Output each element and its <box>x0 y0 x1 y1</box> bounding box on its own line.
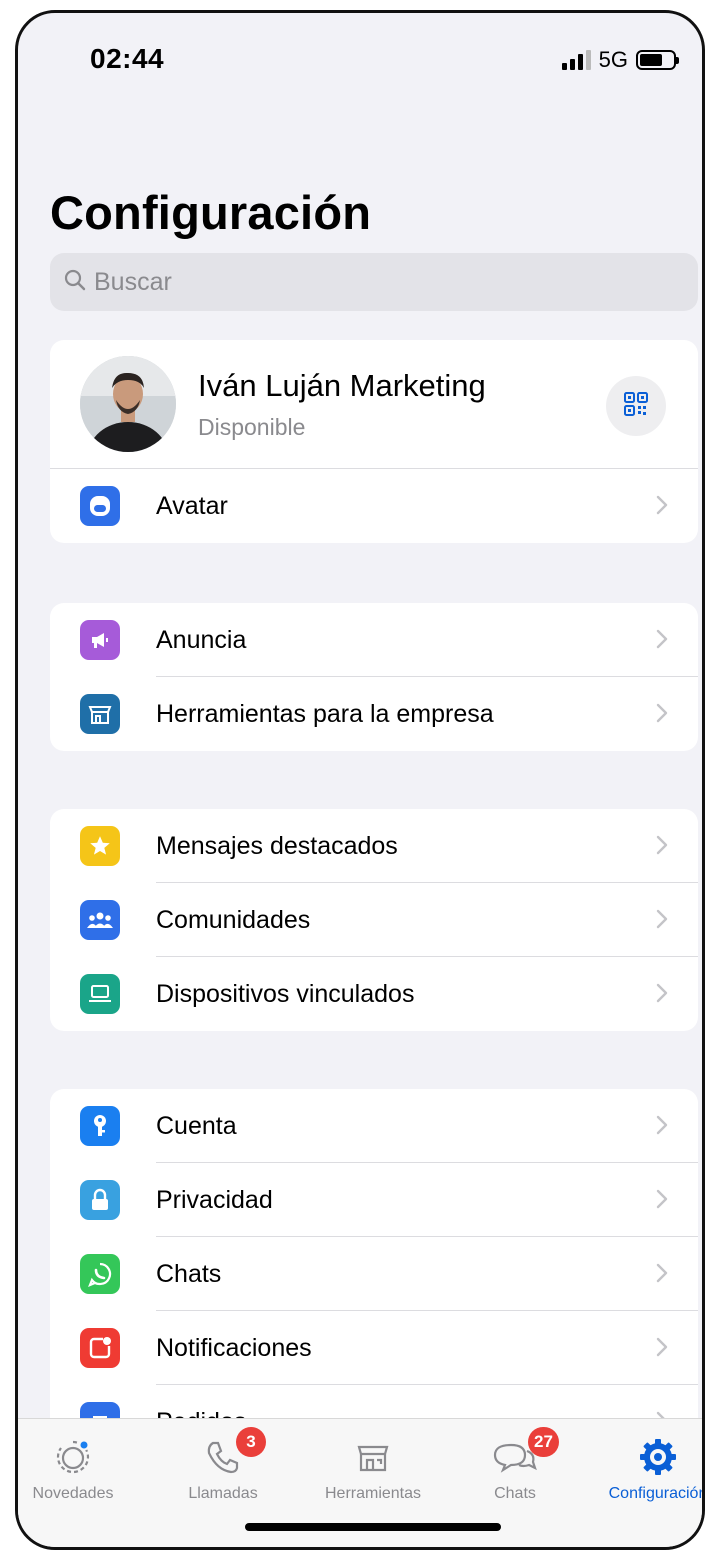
row-label: Privacidad <box>156 1185 273 1214</box>
row-label: Comunidades <box>156 905 311 934</box>
home-indicator <box>245 1523 501 1531</box>
settings-row-privacidad[interactable]: Privacidad <box>50 1163 698 1237</box>
status-indicators: 5G <box>561 47 679 73</box>
star-icon <box>80 826 120 866</box>
tab-chats[interactable]: 27 Chats <box>450 1427 580 1503</box>
qr-code-button[interactable] <box>606 376 666 436</box>
search-input[interactable]: Buscar <box>50 253 698 311</box>
whatsapp-icon <box>80 1254 120 1294</box>
phone-icon: 3 <box>158 1427 288 1479</box>
chevron-right-icon <box>656 495 668 520</box>
tab-configuracion[interactable]: Configuración <box>593 1435 705 1503</box>
store-icon <box>80 694 120 734</box>
settings-row-mensajes-destacados[interactable]: Mensajes destacados <box>50 809 698 883</box>
tab-llamadas[interactable]: 3 Llamadas <box>158 1427 288 1503</box>
key-icon <box>80 1106 120 1146</box>
profile-card: Iván Luján Marketing Disponible Avatar <box>50 340 698 543</box>
row-label: Notificaciones <box>156 1333 312 1362</box>
row-label: Dispositivos vinculados <box>156 979 415 1008</box>
row-label: Mensajes destacados <box>156 831 398 860</box>
settings-gear-icon <box>593 1435 702 1479</box>
avatar-icon <box>80 486 120 526</box>
profile-name: Iván Luján Marketing <box>198 368 486 403</box>
chevron-right-icon <box>656 1115 668 1140</box>
row-label: Anuncia <box>156 625 247 654</box>
qr-code-icon <box>622 390 650 423</box>
chevron-right-icon <box>656 1189 668 1214</box>
chat-bubbles-icon: 27 <box>450 1427 580 1479</box>
settings-row-comunidades[interactable]: Comunidades <box>50 883 698 957</box>
chevron-right-icon <box>656 983 668 1008</box>
settings-row-cuenta[interactable]: Cuenta <box>50 1089 698 1163</box>
page-title: Configuración <box>50 186 372 239</box>
network-label: 5G <box>598 47 628 72</box>
settings-row-avatar[interactable]: Avatar <box>50 469 698 543</box>
search-icon <box>64 269 86 296</box>
tab-label: Llamadas <box>188 1485 258 1502</box>
row-label: Avatar <box>156 491 228 520</box>
row-label: Herramientas para la empresa <box>156 699 494 728</box>
settings-row-dispositivos[interactable]: Dispositivos vinculados <box>50 957 698 1031</box>
tab-label: Configuración <box>608 1485 705 1502</box>
settings-row-chats[interactable]: Chats <box>50 1237 698 1311</box>
chevron-right-icon <box>656 1337 668 1362</box>
search-placeholder: Buscar <box>94 267 172 296</box>
laptop-icon <box>80 974 120 1014</box>
settings-row-notificaciones[interactable]: Notificaciones <box>50 1311 698 1385</box>
status-icon <box>18 1435 138 1479</box>
settings-row-herramientas[interactable]: Herramientas para la empresa <box>50 677 698 751</box>
signal-icon <box>561 50 591 70</box>
row-label: Cuenta <box>156 1111 237 1140</box>
status-time: 02:44 <box>90 43 165 74</box>
row-label: Chats <box>156 1259 222 1288</box>
account-group: Cuenta Privacidad Chats Notificaciones <box>50 1089 698 1459</box>
status-bar: 02:44 5G <box>18 13 702 93</box>
calls-badge: 3 <box>236 1427 266 1457</box>
tab-novedades[interactable]: Novedades <box>18 1435 138 1503</box>
profile-status: Disponible <box>198 414 306 440</box>
settings-row-anuncia[interactable]: Anuncia <box>50 603 698 677</box>
store-icon <box>308 1435 438 1479</box>
people-icon <box>80 900 120 940</box>
avatar[interactable] <box>80 356 176 452</box>
profile-row[interactable]: Iván Luján Marketing Disponible <box>50 340 698 468</box>
megaphone-icon <box>80 620 120 660</box>
phone-screen: 02:44 5G Configuración Buscar Iván Luján… <box>15 10 705 1550</box>
tab-label: Novedades <box>32 1485 114 1502</box>
notification-icon <box>80 1328 120 1368</box>
business-group: Anuncia Herramientas para la empresa <box>50 603 698 751</box>
chats-badge: 27 <box>528 1427 559 1457</box>
chevron-right-icon <box>656 835 668 860</box>
lock-icon <box>80 1180 120 1220</box>
tab-label: Chats <box>494 1485 536 1502</box>
messages-group: Mensajes destacados Comunidades Disposit… <box>50 809 698 1031</box>
chevron-right-icon <box>656 703 668 728</box>
battery-icon <box>636 50 679 70</box>
tab-label: Herramientas <box>324 1485 422 1502</box>
chevron-right-icon <box>656 909 668 934</box>
chevron-right-icon <box>656 629 668 654</box>
chevron-right-icon <box>656 1263 668 1288</box>
tab-herramientas[interactable]: Herramientas <box>308 1435 438 1503</box>
